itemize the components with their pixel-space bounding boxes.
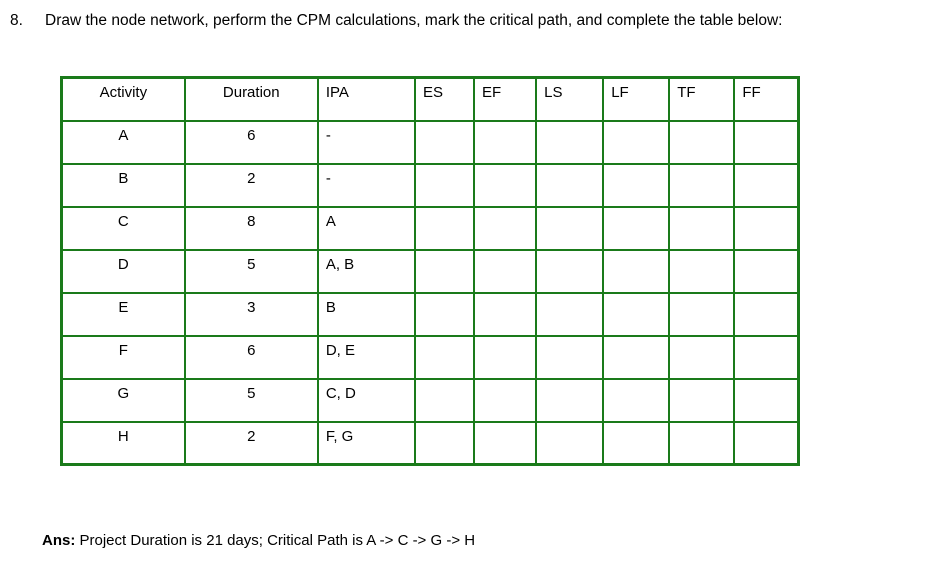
cell-es[interactable]	[413, 291, 476, 337]
column-header-lf: LF	[602, 76, 671, 122]
cell-ef[interactable]	[473, 291, 538, 337]
cell-tf[interactable]	[668, 119, 736, 165]
column-header-activity: Activity	[60, 76, 186, 122]
cell-ipa[interactable]: C, D	[316, 377, 416, 423]
cell-activity[interactable]: A	[60, 119, 186, 165]
cell-ff[interactable]	[733, 248, 800, 294]
cell-lf[interactable]	[602, 377, 671, 423]
cell-ff[interactable]	[733, 162, 800, 208]
cell-ipa[interactable]: A, B	[316, 248, 416, 294]
cell-ff[interactable]	[733, 377, 800, 423]
cell-ls[interactable]	[535, 205, 605, 251]
question-block: 8. Draw the node network, perform the CP…	[10, 8, 930, 33]
cell-activity[interactable]: G	[60, 377, 186, 423]
table-header-row: Activity Duration IPA ES EF LS LF TF FF	[60, 76, 800, 122]
table-row: D 5 A, B	[60, 248, 800, 294]
cell-tf[interactable]	[668, 205, 736, 251]
cell-duration[interactable]: 8	[183, 205, 319, 251]
cell-ls[interactable]	[535, 420, 605, 466]
cell-ipa[interactable]: -	[316, 162, 416, 208]
table-row: G 5 C, D	[60, 377, 800, 423]
cell-es[interactable]	[413, 420, 476, 466]
cell-ef[interactable]	[473, 248, 538, 294]
cell-ef[interactable]	[473, 119, 538, 165]
cell-ls[interactable]	[535, 119, 605, 165]
cell-es[interactable]	[413, 377, 476, 423]
cell-activity[interactable]: B	[60, 162, 186, 208]
cell-duration[interactable]: 5	[183, 248, 319, 294]
cell-ff[interactable]	[733, 205, 800, 251]
cpm-table-container: Activity Duration IPA ES EF LS LF TF FF A6-B2-C8…	[60, 76, 800, 466]
cell-ef[interactable]	[473, 377, 538, 423]
cell-lf[interactable]	[602, 334, 671, 380]
cell-duration[interactable]: 2	[183, 162, 319, 208]
cell-activity[interactable]: E	[60, 291, 186, 337]
answer-label: Ans:	[42, 532, 76, 549]
answer-line: Ans: Project Duration is 21 days; Critic…	[42, 530, 475, 552]
cell-lf[interactable]	[602, 248, 671, 294]
cell-ef[interactable]	[473, 162, 538, 208]
cell-ipa[interactable]: -	[316, 119, 416, 165]
cell-duration[interactable]: 3	[183, 291, 319, 337]
column-header-ls: LS	[535, 76, 605, 122]
cell-es[interactable]	[413, 205, 476, 251]
table-row: F 6 D, E	[60, 334, 800, 380]
column-header-duration: Duration	[183, 76, 319, 122]
table-row: C8A	[60, 205, 800, 251]
cell-tf[interactable]	[668, 420, 736, 466]
column-header-ipa: IPA	[316, 76, 416, 122]
cell-es[interactable]	[413, 248, 476, 294]
cell-tf[interactable]	[668, 248, 736, 294]
cell-ls[interactable]	[535, 334, 605, 380]
cell-ls[interactable]	[535, 377, 605, 423]
cell-ff[interactable]	[733, 420, 800, 466]
cell-duration[interactable]: 5	[183, 377, 319, 423]
question-text: Draw the node network, perform the CPM c…	[45, 12, 783, 29]
cell-activity[interactable]: D	[60, 248, 186, 294]
cell-duration[interactable]: 6	[183, 334, 319, 380]
cell-ef[interactable]	[473, 334, 538, 380]
cell-activity[interactable]: H	[60, 420, 186, 466]
answer-text: Project Duration is 21 days; Critical Pa…	[75, 532, 476, 549]
table-row: H 2 F, G	[60, 420, 800, 466]
column-header-ff: FF	[733, 76, 800, 122]
cell-ef[interactable]	[473, 420, 538, 466]
column-header-tf: TF	[668, 76, 736, 122]
cell-ls[interactable]	[535, 291, 605, 337]
cell-es[interactable]	[413, 119, 476, 165]
column-header-es: ES	[413, 76, 476, 122]
cell-tf[interactable]	[668, 291, 736, 337]
table-row: B2-	[60, 162, 800, 208]
cell-activity[interactable]: C	[60, 205, 186, 251]
cell-ef[interactable]	[473, 205, 538, 251]
cell-lf[interactable]	[602, 291, 671, 337]
cell-ls[interactable]	[535, 248, 605, 294]
cell-tf[interactable]	[668, 334, 736, 380]
cell-duration[interactable]: 2	[183, 420, 319, 466]
table-row: E3B	[60, 291, 800, 337]
cell-lf[interactable]	[602, 119, 671, 165]
cell-ipa[interactable]: A	[316, 205, 416, 251]
cell-lf[interactable]	[602, 420, 671, 466]
question-number: 8.	[10, 12, 23, 29]
cell-ff[interactable]	[733, 334, 800, 380]
cell-ipa[interactable]: F, G	[316, 420, 416, 466]
cell-ff[interactable]	[733, 291, 800, 337]
cell-activity[interactable]: F	[60, 334, 186, 380]
cell-ls[interactable]	[535, 162, 605, 208]
table-row: A6-	[60, 119, 800, 165]
cell-tf[interactable]	[668, 162, 736, 208]
cell-ipa[interactable]: B	[316, 291, 416, 337]
cell-ff[interactable]	[733, 119, 800, 165]
column-header-ef: EF	[473, 76, 538, 122]
cell-ipa[interactable]: D, E	[316, 334, 416, 380]
cell-es[interactable]	[413, 162, 476, 208]
cell-lf[interactable]	[602, 205, 671, 251]
cell-tf[interactable]	[668, 377, 736, 423]
cpm-activity-table: Activity Duration IPA ES EF LS LF TF FF A6-B2-C8…	[60, 76, 800, 466]
cell-es[interactable]	[413, 334, 476, 380]
cell-lf[interactable]	[602, 162, 671, 208]
cell-duration[interactable]: 6	[183, 119, 319, 165]
